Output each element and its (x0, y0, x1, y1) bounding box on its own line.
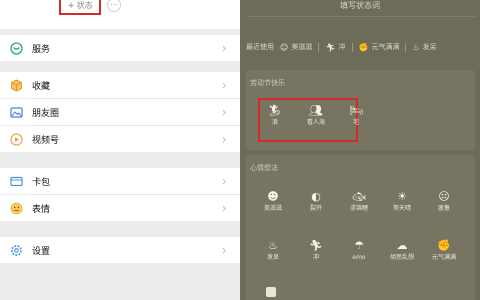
recent-status-row: 最近使用 ☺ 美滋滋 🏃︎ 冲 ✊ 元气满满 ♨ 发呆 (246, 40, 437, 54)
runner-icon: 🏃︎ (309, 239, 323, 252)
status-option-label: 美滋滋 (263, 205, 282, 212)
menu-item-favorites[interactable]: 收藏 › (0, 72, 240, 98)
smile-icon: ☺ (280, 42, 289, 52)
menu-item-label: 收藏 (32, 81, 51, 92)
sun-icon: ☀ (397, 190, 407, 203)
recent-label: 最近使用 (246, 43, 274, 51)
add-status-button[interactable]: + 状态 (59, 0, 101, 15)
status-option-rush[interactable]: 🏃︎ 冲 (298, 239, 334, 262)
status-option-energized[interactable]: ✊ 元气满满 (426, 239, 462, 262)
status-option-label: 冲 (312, 254, 319, 261)
card-wallet-icon (9, 174, 23, 188)
koi-icon: 🐟︎ (352, 190, 366, 203)
daze-icon: ♨ (412, 42, 420, 52)
emo-icon: ☂ (354, 239, 364, 252)
favorites-cube-icon (9, 78, 23, 92)
recent-item-label[interactable]: 美滋滋 (291, 42, 312, 52)
robot-icon[interactable] (266, 287, 276, 297)
plus-icon: + (67, 0, 75, 11)
status-option-tired[interactable]: ☹ 疲惫 (426, 190, 462, 213)
status-option-overthinking[interactable]: ☁ 胡思乱想 (384, 239, 420, 262)
recent-item-label[interactable]: 冲 (339, 42, 346, 52)
status-option-label: 宅 (352, 119, 359, 126)
recent-item-label[interactable]: 发呆 (423, 42, 437, 52)
chevron-right-icon: › (222, 173, 227, 189)
status-option-label: 发呆 (266, 254, 279, 261)
thought-cloud-icon: ☁ (396, 239, 408, 252)
menu-item-service[interactable]: 服务 › (0, 35, 240, 61)
wave-runner-icon: 🏄︎ (268, 104, 282, 117)
me-page-panel: + 状态 … 服务 › 收藏 › 朋友圈 › 视频号 › 卡包 › 表情 › 设… (0, 0, 240, 300)
add-status-label: 状态 (76, 1, 93, 10)
mood-status-section (246, 155, 475, 300)
status-option-label: emo (352, 254, 366, 261)
chevron-right-icon: › (222, 40, 227, 56)
status-option-smug[interactable]: ☻ 美滋滋 (255, 190, 291, 213)
status-option-cracked[interactable]: ◐ 裂开 (298, 190, 334, 213)
energy-icon: ✊ (437, 239, 451, 252)
tired-icon: ☹ (438, 190, 450, 203)
menu-item-label: 卡包 (32, 177, 51, 188)
service-icon (9, 41, 23, 55)
section-title: 劳动节快乐 (250, 79, 285, 87)
menu-item-stickers[interactable]: 表情 › (0, 195, 240, 221)
status-option-label: 疲惫 (437, 205, 450, 212)
status-option-label: 胡思乱想 (389, 254, 414, 261)
energy-icon: ✊ (358, 42, 369, 52)
status-option-label: 元气满满 (431, 254, 456, 261)
status-option-label: 看人海 (306, 119, 325, 126)
status-option-sunny[interactable]: ☀ 等天晴 (384, 190, 420, 213)
emoji-face-icon (9, 201, 23, 215)
home-bed-icon: 🛌︎ (349, 104, 363, 117)
menu-item-label: 朋友圈 (32, 108, 60, 119)
crowd-icon: 👥︎ (309, 104, 323, 117)
status-option-label: 等天晴 (392, 205, 411, 212)
moments-image-icon (9, 105, 23, 119)
divider (248, 16, 476, 17)
runner-icon: 🏃︎ (325, 42, 336, 52)
menu-item-settings[interactable]: 设置 › (0, 237, 240, 263)
menu-item-card-wallet[interactable]: 卡包 › (0, 168, 240, 194)
chevron-right-icon: › (222, 242, 227, 258)
status-option-home[interactable]: 🛌︎ 宅 (338, 104, 374, 127)
status-option-label: 裂开 (309, 205, 322, 212)
status-option-label: 浪 (271, 119, 278, 126)
cracked-icon: ◐ (311, 190, 321, 203)
smile-icon: ☻ (267, 190, 279, 203)
section-title: 心情想法 (250, 164, 278, 172)
daze-icon: ♨ (268, 239, 278, 252)
channels-icon (9, 132, 23, 146)
menu-item-label: 表情 (32, 204, 51, 215)
chevron-right-icon: › (222, 104, 227, 120)
settings-gear-icon (9, 243, 23, 257)
status-option-emo[interactable]: ☂ emo (341, 239, 377, 262)
status-option-wave[interactable]: 🏄︎ 浪 (257, 104, 293, 127)
menu-item-label: 服务 (32, 44, 51, 55)
status-input-placeholder[interactable]: 填写状态词 (240, 0, 480, 12)
menu-item-label: 设置 (32, 246, 51, 257)
recent-item-label[interactable]: 元气满满 (371, 42, 399, 52)
menu-item-label: 视频号 (32, 135, 60, 146)
chevron-right-icon: › (222, 131, 227, 147)
status-option-daze[interactable]: ♨ 发呆 (255, 239, 291, 262)
status-option-label: 求锦鲤 (349, 205, 368, 212)
chevron-right-icon: › (222, 200, 227, 216)
divider (318, 42, 320, 52)
menu-item-channels[interactable]: 视频号 › (0, 126, 240, 152)
status-option-crowd[interactable]: 👥︎ 看人海 (298, 104, 334, 127)
status-option-koi[interactable]: 🐟︎ 求锦鲤 (341, 190, 377, 213)
divider (351, 42, 353, 52)
menu-item-moments[interactable]: 朋友圈 › (0, 99, 240, 125)
chevron-right-icon: › (222, 77, 227, 93)
divider (405, 42, 407, 52)
status-picker-panel: 填写状态词 最近使用 ☺ 美滋滋 🏃︎ 冲 ✊ 元气满满 ♨ 发呆 劳动节快乐 … (240, 0, 480, 300)
